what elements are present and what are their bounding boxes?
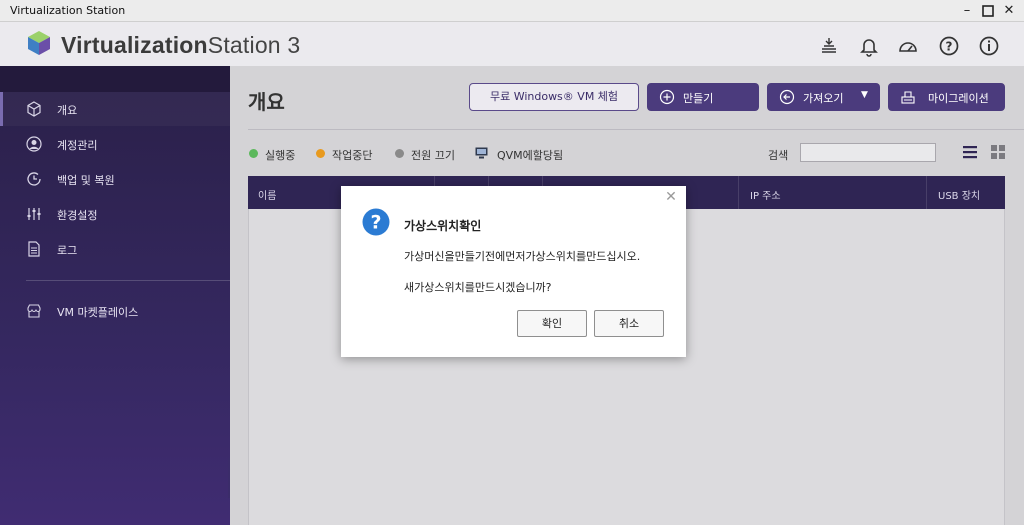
bell-icon[interactable]: [858, 35, 880, 57]
page-title: 개요: [248, 90, 285, 114]
backup-clock-icon: [27, 172, 41, 186]
sidebar-item-label: 개요: [57, 104, 78, 117]
import-button[interactable]: 가져오기 ▼: [767, 83, 880, 111]
green-dot-icon: [249, 149, 258, 158]
info-icon[interactable]: [978, 35, 1000, 57]
sidebar: 개요 계정관리 백업 및 복원 환경설정 로그 VM 마켓플레이스: [0, 66, 230, 525]
column-header-usb[interactable]: USB 장치: [938, 187, 980, 202]
app-header: VirtualizationStation 3 ?: [0, 22, 1024, 66]
plus-circle-icon: [659, 89, 675, 105]
sidebar-item-overview[interactable]: 개요: [0, 92, 230, 126]
gray-dot-icon: [395, 149, 404, 158]
sidebar-item-backup[interactable]: 백업 및 복원: [0, 162, 230, 196]
close-icon[interactable]: ✕: [1000, 2, 1018, 20]
virtualization-logo-icon: [28, 31, 50, 55]
dialog-question: 새가상스위치를만드시겠습니까?: [404, 281, 552, 294]
cancel-button[interactable]: 취소: [594, 310, 664, 337]
sidebar-item-label: 로그: [57, 244, 78, 257]
sidebar-item-settings[interactable]: 환경설정: [0, 197, 230, 231]
sidebar-item-label: 백업 및 복원: [57, 174, 115, 187]
virtual-switch-confirm-dialog: ✕ ? 가상스위치확인 가상머신을만들기전에먼저가상스위치를만드십시오. 새가상…: [341, 186, 686, 357]
os-title-bar: Virtualization Station – ✕: [0, 0, 1024, 22]
user-circle-icon: [26, 136, 42, 152]
sidebar-item-label: 계정관리: [57, 139, 98, 152]
minimize-icon[interactable]: –: [958, 2, 976, 20]
search-input[interactable]: [800, 143, 936, 162]
migration-icon: [901, 91, 915, 104]
task-stack-icon[interactable]: [818, 35, 840, 57]
create-button[interactable]: 만들기: [647, 83, 759, 111]
list-view-icon[interactable]: [962, 144, 978, 160]
dialog-title: 가상스위치확인: [404, 219, 482, 233]
import-arrow-icon: [779, 89, 795, 105]
orange-dot-icon: [316, 149, 325, 158]
sidebar-item-label: VM 마켓플레이스: [57, 306, 139, 319]
maximize-icon[interactable]: [979, 2, 997, 20]
question-icon: ?: [362, 208, 390, 236]
app-name: VirtualizationStation 3: [61, 32, 301, 58]
title-divider: [248, 129, 1024, 130]
help-icon[interactable]: ?: [938, 35, 960, 57]
ok-button[interactable]: 확인: [517, 310, 587, 337]
cube-icon: [27, 101, 41, 117]
search-label: 검색: [768, 149, 789, 162]
dashboard-gauge-icon[interactable]: [897, 35, 919, 57]
sidebar-divider: [26, 280, 230, 281]
monitor-icon: [475, 147, 488, 159]
sidebar-item-label: 환경설정: [57, 209, 98, 222]
sliders-icon: [27, 208, 41, 220]
column-header-ip[interactable]: IP 주소: [750, 187, 781, 202]
free-windows-vm-trial-button[interactable]: 무료 Windows® VM 체험: [469, 83, 639, 111]
grid-view-icon[interactable]: [990, 144, 1006, 160]
sidebar-item-log[interactable]: 로그: [0, 232, 230, 266]
caret-down-icon: ▼: [861, 90, 868, 100]
document-icon: [28, 241, 40, 257]
dialog-message: 가상머신을만들기전에먼저가상스위치를만드십시오.: [404, 250, 641, 263]
sidebar-item-vm-marketplace[interactable]: VM 마켓플레이스: [0, 294, 230, 328]
column-header-name[interactable]: 이름: [258, 187, 276, 202]
svg-text:?: ?: [370, 212, 381, 234]
close-icon[interactable]: ✕: [664, 190, 678, 204]
migration-button[interactable]: 마이그레이션: [888, 83, 1005, 111]
store-icon: [27, 304, 41, 318]
svg-text:?: ?: [946, 40, 953, 54]
sidebar-item-accounts[interactable]: 계정관리: [0, 127, 230, 161]
window-title: Virtualization Station: [10, 4, 126, 17]
